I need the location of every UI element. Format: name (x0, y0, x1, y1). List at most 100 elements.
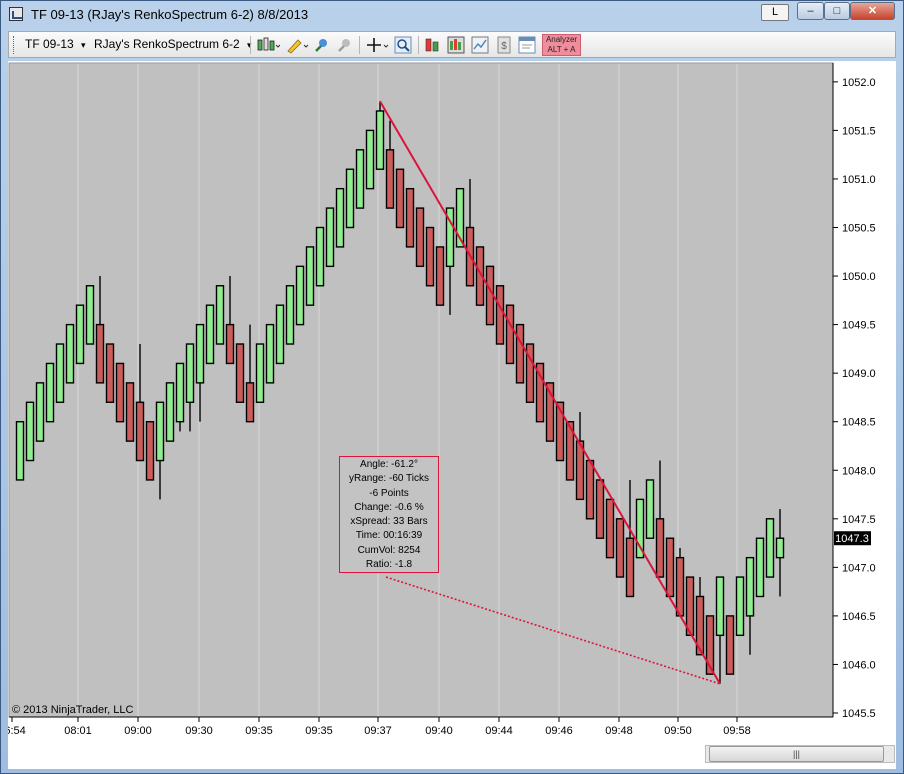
time-tick-label: 09:35 (245, 725, 273, 737)
up-bar (325, 207, 335, 268)
indicators-icon[interactable] (424, 36, 442, 54)
up-bar (85, 285, 95, 345)
up-bar (165, 382, 175, 442)
maximize-button[interactable]: □ (824, 2, 850, 20)
up-bar (345, 168, 355, 229)
up-bar (355, 149, 365, 209)
down-bar (495, 285, 505, 345)
up-bar (55, 343, 65, 403)
price-tick-label: 1048.5 (842, 417, 876, 429)
ruler-angle: Angle: -61.2° (360, 459, 418, 470)
price-axis[interactable]: 1052.0 1051.5 1051.0 1050.5 1050.0 1049.5 1049… (832, 63, 876, 720)
time-tick-label: 09:46 (545, 725, 573, 737)
up-bar (735, 576, 745, 637)
up-bar (715, 576, 725, 637)
bar-style-icon[interactable] (256, 36, 280, 54)
down-bar (105, 343, 115, 403)
up-bar (335, 187, 345, 248)
snap-icon[interactable] (313, 36, 331, 54)
price-tick-label: 1050.5 (842, 223, 876, 235)
down-bar (425, 226, 435, 287)
up-bar (205, 304, 215, 365)
toolbar-separator (359, 36, 360, 54)
ruler-ratio: Ratio: -1.8 (365, 559, 413, 571)
title-bar[interactable]: TF 09-13 (RJay's RenkoSpectrum 6-2) 8/8/… (1, 1, 903, 27)
up-bar (305, 246, 315, 306)
down-bar (385, 149, 395, 209)
time-tick-label: 09:44 (485, 725, 513, 737)
instrument-selector[interactable]: TF 09-13 ▾ (25, 37, 86, 51)
down-bar (395, 168, 405, 229)
analyzer-shortcut: ALT + A (547, 45, 576, 54)
time-tick-label: 09:58 (723, 725, 751, 737)
time-tick-label: 08:01 (64, 725, 92, 737)
time-axis[interactable]: 06:54 08:01 09:00 09:30 09:35 09:35 09:37 09:40… (8, 716, 833, 737)
price-tick-label: 1048.0 (842, 465, 876, 477)
down-bar (125, 382, 135, 442)
time-tick-label: 09:37 (364, 725, 392, 737)
down-bar (725, 615, 735, 675)
bar-type-selector[interactable]: RJay's RenkoSpectrum 6-2 ▾ (94, 37, 252, 51)
down-bar (435, 246, 445, 306)
svg-text:$: $ (501, 41, 507, 52)
time-tick-label: 09:40 (425, 725, 453, 737)
price-tick-label: 1049.0 (842, 368, 876, 380)
down-bar (415, 207, 425, 268)
chart-app-icon (9, 7, 23, 21)
price-tick-label: 1051.5 (842, 125, 876, 137)
down-bar (145, 421, 155, 481)
data-box-icon[interactable]: $ (495, 36, 513, 54)
close-button[interactable]: ✕ (850, 2, 895, 20)
up-bar (265, 323, 275, 384)
chevron-down-icon: ▾ (81, 40, 86, 50)
chart-window: TF 09-13 (RJay's RenkoSpectrum 6-2) 8/8/… (0, 0, 904, 774)
price-chart[interactable]: 1052.0 1051.5 1051.0 1050.5 1050.0 1049.5 1049… (8, 61, 896, 769)
zoom-icon[interactable] (394, 36, 412, 54)
down-bar (115, 362, 125, 423)
price-tick-label: 1052.0 (842, 77, 876, 89)
up-bar (155, 401, 165, 462)
ruler-cumvol: CumVol: 8254 (357, 544, 421, 556)
up-bar (755, 537, 765, 598)
ruler-info-box[interactable]: Angle: -61.2° yRange: -60 Ticks -6 Point… (339, 456, 439, 573)
minimize-button[interactable]: – (797, 2, 824, 20)
current-price-label: 1047.3 (835, 533, 869, 545)
up-bar (365, 129, 375, 190)
time-tick-label: 09:30 (185, 725, 213, 737)
up-bar (255, 343, 265, 403)
drawing-tool-icon[interactable] (285, 36, 309, 54)
chart-trader-icon[interactable] (471, 36, 489, 54)
window-title: TF 09-13 (RJay's RenkoSpectrum 6-2) 8/8/… (31, 7, 309, 22)
down-bar (405, 187, 415, 248)
copyright-text: © 2013 NinjaTrader, LLC (12, 704, 134, 716)
crosshair-icon[interactable] (366, 36, 390, 54)
ruler-change: Change: -0.6 % (354, 501, 424, 513)
analyzer-button[interactable]: Analyzer ALT + A (542, 34, 581, 56)
scrollbar-thumb[interactable]: ||| (709, 746, 884, 762)
chart-panel[interactable]: 1052.0 1051.5 1051.0 1050.5 1050.0 1049.5 1049… (8, 61, 896, 769)
up-bar (195, 323, 205, 384)
down-bar (595, 479, 605, 539)
toolbar-grip[interactable] (13, 36, 16, 54)
down-bar (675, 556, 685, 617)
stay-in-draw-icon[interactable] (336, 36, 354, 54)
time-tick-label: 09:50 (664, 725, 692, 737)
up-bar (295, 265, 305, 326)
ruler-yrange: yRange: -60 Ticks (348, 473, 430, 485)
up-bar (375, 110, 385, 170)
price-tick-label: 1046.0 (842, 659, 876, 671)
price-tick-label: 1047.0 (842, 562, 876, 574)
price-tick-label: 1051.0 (842, 174, 876, 186)
down-bar (235, 343, 245, 403)
analyzer-label: Analyzer (545, 35, 578, 44)
properties-icon[interactable] (518, 36, 536, 54)
strategies-icon[interactable] (447, 36, 465, 54)
up-bar (185, 343, 195, 403)
down-bar (605, 498, 615, 559)
toolbar-separator (418, 36, 419, 54)
price-tick-label: 1049.5 (842, 320, 876, 332)
up-bar (745, 556, 755, 617)
up-bar (315, 226, 325, 287)
layout-button[interactable]: L (761, 4, 789, 21)
up-bar (215, 285, 225, 345)
